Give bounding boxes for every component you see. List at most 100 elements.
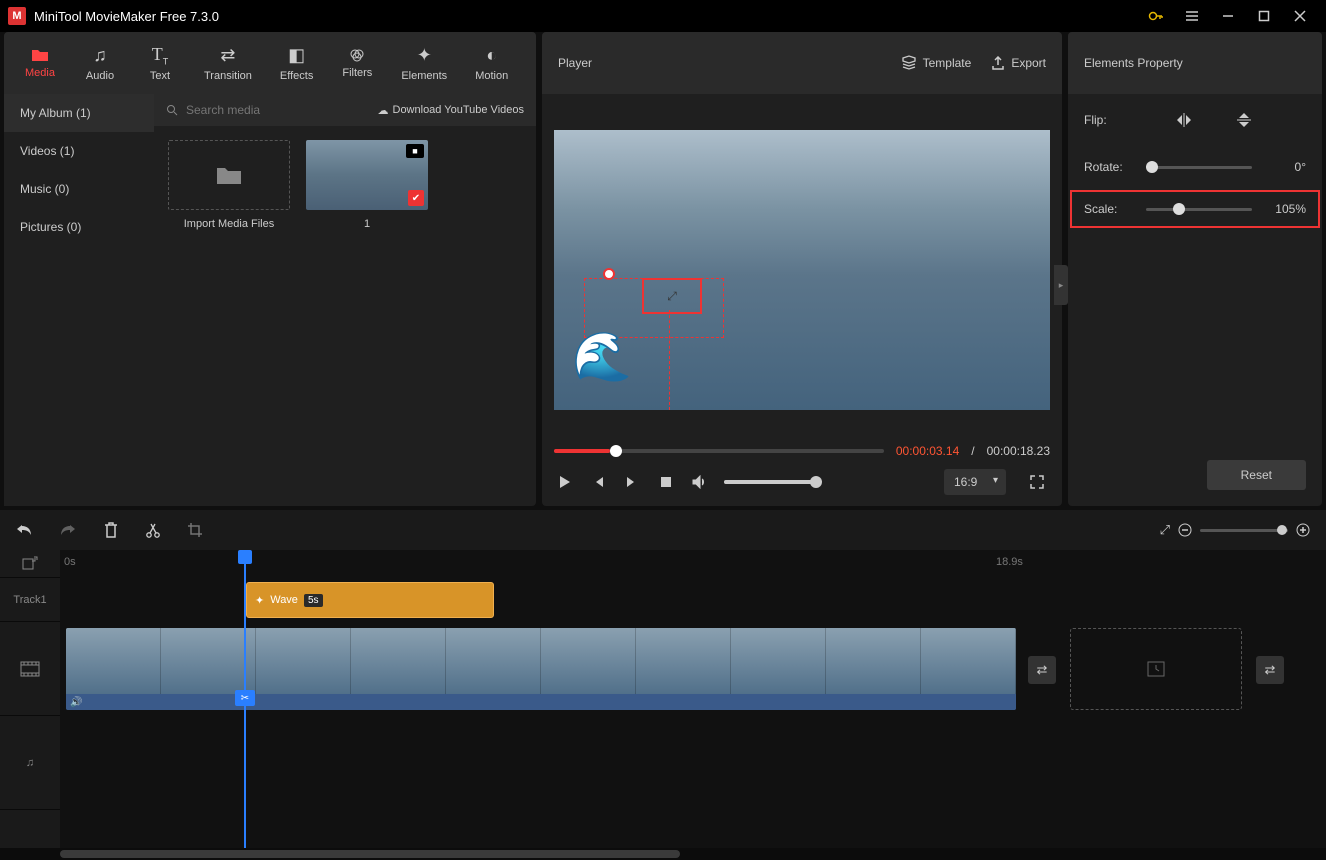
- cloud-download-icon: ☁: [378, 104, 389, 117]
- tab-media[interactable]: Media: [12, 41, 68, 85]
- add-track-button[interactable]: [0, 550, 60, 578]
- player-panel: Player Template Export ⤢ 🌊 ▸: [542, 32, 1062, 506]
- resize-handle-icon[interactable]: ⤢: [667, 289, 677, 304]
- flip-label: Flip:: [1084, 113, 1136, 127]
- app-title: MiniTool MovieMaker Free 7.3.0: [34, 9, 1138, 24]
- element-clip-wave[interactable]: ✦ Wave 5s: [246, 582, 494, 618]
- timeline: Track1 ♫ 0s 18.9s ✦ Wave 5s 🔊: [0, 550, 1326, 848]
- elements-icon: ✦: [417, 45, 432, 66]
- player-title: Player: [558, 56, 881, 70]
- scrub-slider[interactable]: [554, 449, 884, 453]
- scale-label: Scale:: [1084, 202, 1136, 216]
- text-icon: TT: [152, 44, 169, 67]
- download-youtube-link[interactable]: ☁ Download YouTube Videos: [378, 104, 525, 117]
- video-badge-icon: ■: [406, 144, 424, 158]
- redo-button[interactable]: [60, 523, 76, 537]
- video-clip-1[interactable]: 🔊: [66, 628, 1016, 710]
- zoom-fit-button[interactable]: ⤢: [1160, 522, 1170, 538]
- playhead[interactable]: ✂: [244, 550, 246, 848]
- export-icon: [991, 56, 1005, 70]
- minimize-button[interactable]: [1210, 0, 1246, 32]
- titlebar: M MiniTool MovieMaker Free 7.3.0: [0, 0, 1326, 32]
- scale-slider[interactable]: [1146, 208, 1252, 211]
- playhead-split-icon[interactable]: ✂: [235, 690, 255, 706]
- menu-icon[interactable]: [1174, 0, 1210, 32]
- search-input[interactable]: [182, 99, 378, 121]
- maximize-button[interactable]: [1246, 0, 1282, 32]
- media-list: ☁ Download YouTube Videos Import Media F…: [154, 94, 536, 506]
- flip-horizontal-button[interactable]: [1172, 108, 1196, 132]
- next-frame-button[interactable]: [622, 475, 642, 489]
- transition-right-button[interactable]: ⇄: [1256, 656, 1284, 684]
- zoom-in-button[interactable]: [1296, 523, 1310, 537]
- filters-icon: [349, 47, 365, 63]
- timeline-hscroll[interactable]: [0, 848, 1326, 860]
- reset-button[interactable]: Reset: [1207, 460, 1306, 490]
- transition-slot[interactable]: [1070, 628, 1242, 710]
- delete-button[interactable]: [104, 522, 118, 538]
- fullscreen-button[interactable]: [1030, 475, 1050, 489]
- added-check-icon: ✔: [408, 190, 424, 206]
- media-panel: Media ♫ Audio TT Text ⇄ Transition ◧ Eff…: [4, 32, 536, 506]
- tab-motion[interactable]: ◐ Motion: [463, 39, 520, 88]
- tab-effects[interactable]: ◧ Effects: [268, 39, 325, 88]
- template-button[interactable]: Template: [901, 55, 972, 71]
- volume-icon[interactable]: [690, 475, 710, 489]
- crop-button[interactable]: [188, 523, 202, 537]
- flip-vertical-button[interactable]: [1232, 108, 1256, 132]
- media-sidebar: My Album (1) Videos (1) Music (0) Pictur…: [4, 94, 154, 506]
- timeline-toolbar: ⤢: [0, 510, 1326, 550]
- app-logo: M: [8, 7, 26, 25]
- time-total: 00:00:18.23: [987, 444, 1050, 458]
- template-icon: [901, 55, 917, 71]
- undo-button[interactable]: [16, 523, 32, 537]
- clip-audio-icon: 🔊: [70, 697, 82, 708]
- zoom-slider[interactable]: [1200, 529, 1288, 532]
- tab-elements[interactable]: ✦ Elements: [389, 39, 459, 88]
- sidebar-item-pictures[interactable]: Pictures (0): [4, 208, 154, 246]
- folder-icon: [31, 47, 49, 63]
- unlock-key-icon[interactable]: [1138, 0, 1174, 32]
- folder-icon: [215, 163, 243, 187]
- scale-value: 105%: [1262, 202, 1306, 216]
- sidebar-item-music[interactable]: Music (0): [4, 170, 154, 208]
- top-tabs: Media ♫ Audio TT Text ⇄ Transition ◧ Eff…: [4, 32, 536, 94]
- transition-icon: ⇄: [220, 45, 235, 66]
- effects-icon: ◧: [288, 45, 305, 66]
- stop-button[interactable]: [656, 476, 676, 488]
- import-media-button[interactable]: Import Media Files: [168, 140, 290, 230]
- preview-canvas[interactable]: ⤢ 🌊: [554, 130, 1050, 410]
- close-button[interactable]: [1282, 0, 1318, 32]
- sidebar-item-videos[interactable]: Videos (1): [4, 132, 154, 170]
- rotate-slider[interactable]: [1146, 166, 1252, 169]
- search-icon: [166, 104, 178, 116]
- music-note-icon: ♫: [93, 45, 107, 66]
- sparkle-icon: ✦: [255, 594, 264, 607]
- expand-properties-tab[interactable]: ▸: [1054, 265, 1068, 305]
- export-button[interactable]: Export: [991, 56, 1046, 70]
- scale-row: Scale: 105%: [1068, 188, 1322, 230]
- tab-text[interactable]: TT Text: [132, 38, 188, 89]
- zoom-out-button[interactable]: [1178, 523, 1192, 537]
- properties-title: Elements Property: [1068, 32, 1322, 94]
- music-track-icon: ♫: [0, 716, 60, 810]
- sidebar-item-my-album[interactable]: My Album (1): [4, 94, 154, 132]
- tab-filters[interactable]: Filters: [329, 41, 385, 85]
- media-thumb-1[interactable]: ■ ✔ 1: [306, 140, 428, 230]
- tab-audio[interactable]: ♫ Audio: [72, 39, 128, 88]
- play-button[interactable]: [554, 475, 574, 489]
- tab-transition[interactable]: ⇄ Transition: [192, 39, 264, 88]
- wave-element[interactable]: 🌊: [572, 328, 632, 385]
- split-button[interactable]: [146, 522, 160, 538]
- video-track-icon: [0, 622, 60, 716]
- rotate-label: Rotate:: [1084, 160, 1136, 174]
- motion-icon: ◐: [486, 45, 497, 66]
- rotate-value: 0°: [1262, 160, 1306, 174]
- track1-label: Track1: [0, 578, 60, 622]
- transition-left-button[interactable]: ⇄: [1028, 656, 1056, 684]
- volume-slider[interactable]: [724, 480, 820, 484]
- properties-panel: Elements Property Flip: Rotate: 0° Scale…: [1068, 32, 1322, 506]
- time-current: 00:00:03.14: [896, 444, 959, 458]
- prev-frame-button[interactable]: [588, 475, 608, 489]
- aspect-ratio-select[interactable]: 16:9: [944, 469, 1006, 495]
